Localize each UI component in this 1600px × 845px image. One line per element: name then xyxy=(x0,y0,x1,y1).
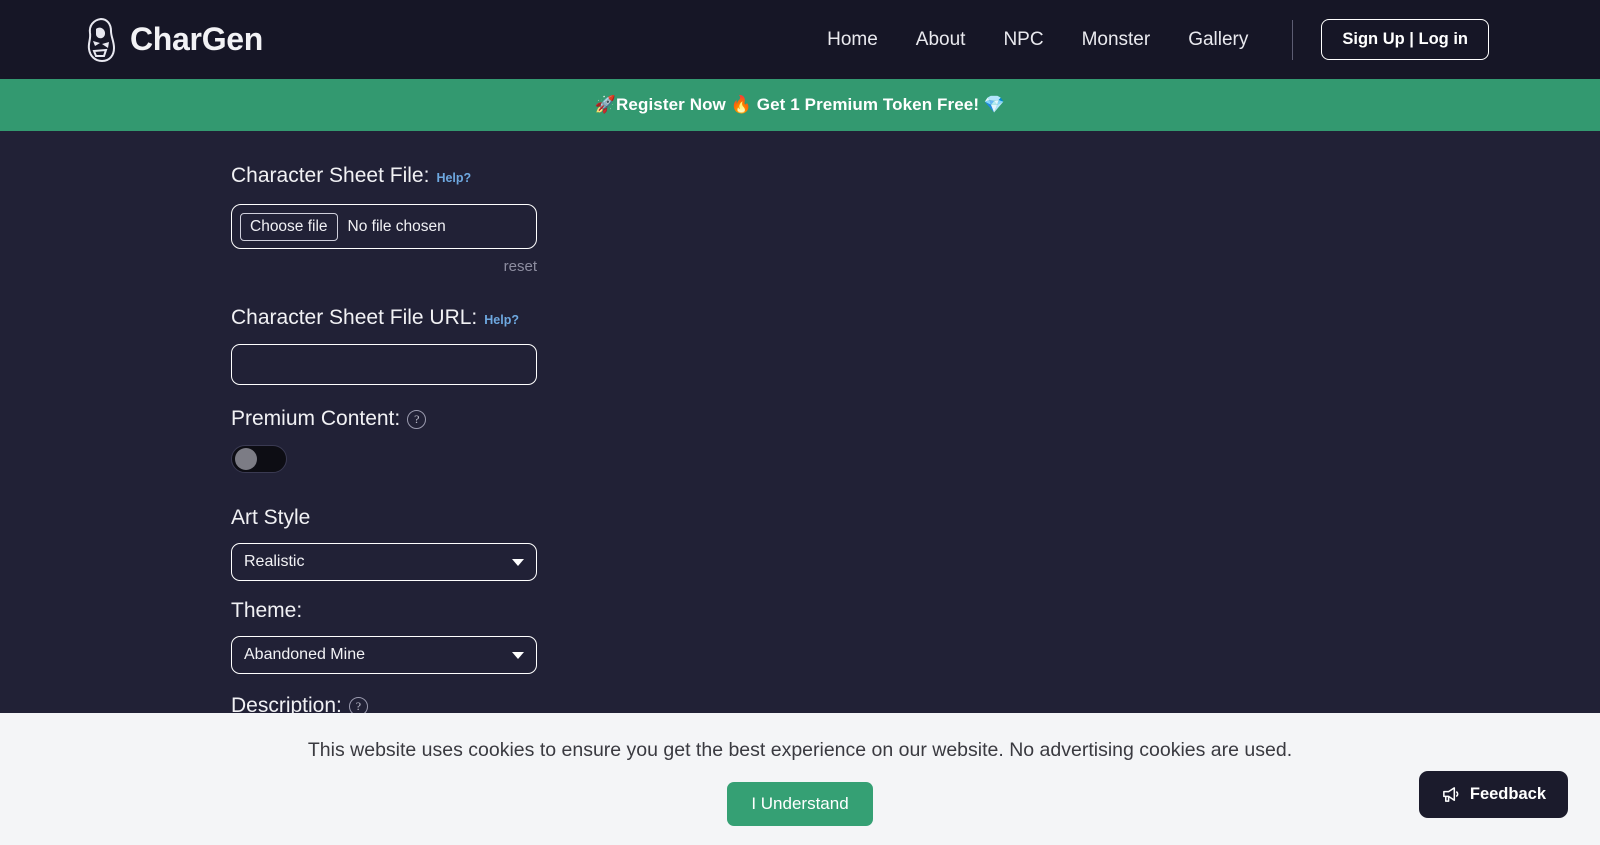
form-spacer xyxy=(231,276,1600,306)
character-sheet-url-input[interactable] xyxy=(231,344,537,385)
megaphone-icon xyxy=(1441,785,1460,804)
art-style-label-row: Art Style xyxy=(231,506,1600,530)
character-generator-form: Character Sheet File: Help? Choose file … xyxy=(0,131,1600,796)
nav-item-about[interactable]: About xyxy=(916,29,966,51)
field-art-style: Art Style Realistic xyxy=(231,506,1600,581)
header-right-group: Home About NPC Monster Gallery Sign Up |… xyxy=(827,19,1600,60)
theme-select[interactable]: Abandoned Mine xyxy=(231,636,537,674)
theme-selected-value: Abandoned Mine xyxy=(244,646,365,663)
nav-item-npc[interactable]: NPC xyxy=(1003,29,1043,51)
file-reset-row: reset xyxy=(231,258,537,276)
feedback-button-label: Feedback xyxy=(1469,785,1546,803)
premium-content-label-row: Premium Content: ? xyxy=(231,407,1600,431)
file-reset-link[interactable]: reset xyxy=(504,258,537,275)
form-spacer xyxy=(231,473,1600,506)
nav-link-about[interactable]: About xyxy=(916,29,966,50)
chevron-down-icon xyxy=(512,558,524,566)
chevron-down-icon xyxy=(512,651,524,659)
field-premium-content: Premium Content: ? xyxy=(231,407,1600,473)
theme-label-row: Theme: xyxy=(231,599,1600,623)
choose-file-button[interactable]: Choose file xyxy=(240,212,338,241)
file-chosen-status: No file chosen xyxy=(347,217,446,235)
character-sheet-file-label: Character Sheet File: xyxy=(231,164,430,187)
character-sheet-url-label: Character Sheet File URL: xyxy=(231,306,478,329)
feedback-button[interactable]: Feedback xyxy=(1418,771,1568,818)
nav-link-home[interactable]: Home xyxy=(827,29,878,50)
form-spacer xyxy=(231,674,1600,694)
character-sheet-url-help-link[interactable]: Help? xyxy=(484,313,519,327)
field-theme: Theme: Abandoned Mine xyxy=(231,599,1600,674)
nav-divider xyxy=(1292,19,1294,60)
cookie-consent-banner: This website uses cookies to ensure you … xyxy=(0,713,1600,845)
nav-link-monster[interactable]: Monster xyxy=(1082,29,1151,50)
cookie-accept-button[interactable]: I Understand xyxy=(727,782,873,826)
cookie-consent-message: This website uses cookies to ensure you … xyxy=(307,739,1293,761)
main-navigation: Home About NPC Monster Gallery xyxy=(827,29,1248,51)
character-sheet-url-label-row: Character Sheet File URL: Help? xyxy=(231,306,1600,330)
character-sheet-file-label-row: Character Sheet File: Help? xyxy=(231,164,1600,188)
toggle-knob xyxy=(235,448,257,470)
form-spacer xyxy=(231,581,1600,599)
field-character-sheet-url: Character Sheet File URL: Help? xyxy=(231,306,1600,385)
form-spacer xyxy=(231,385,1600,407)
nav-link-npc[interactable]: NPC xyxy=(1003,29,1043,50)
field-character-sheet-file: Character Sheet File: Help? Choose file … xyxy=(231,164,1600,276)
file-upload-control[interactable]: Choose file No file chosen xyxy=(231,204,537,249)
character-sheet-file-help-link[interactable]: Help? xyxy=(436,171,471,185)
nav-item-monster[interactable]: Monster xyxy=(1082,29,1151,51)
nav-item-gallery[interactable]: Gallery xyxy=(1188,29,1248,51)
nav-link-gallery[interactable]: Gallery xyxy=(1188,29,1248,50)
site-header: CharGen Home About NPC Monster Gallery S… xyxy=(0,0,1600,79)
dragon-head-logo-icon xyxy=(84,17,118,63)
promo-banner-text: 🚀Register Now 🔥 Get 1 Premium Token Free… xyxy=(594,95,1006,114)
signup-login-button[interactable]: Sign Up | Log in xyxy=(1321,19,1489,60)
art-style-selected-value: Realistic xyxy=(244,553,305,570)
art-style-select[interactable]: Realistic xyxy=(231,543,537,581)
promo-banner[interactable]: 🚀Register Now 🔥 Get 1 Premium Token Free… xyxy=(0,79,1600,131)
art-style-label: Art Style xyxy=(231,506,311,529)
premium-content-toggle[interactable] xyxy=(231,445,287,473)
question-mark-circle-icon[interactable]: ? xyxy=(407,409,427,429)
brand-logo-link[interactable]: CharGen xyxy=(84,17,263,63)
nav-item-home[interactable]: Home xyxy=(827,29,878,51)
premium-content-label: Premium Content: xyxy=(231,407,401,430)
theme-label: Theme: xyxy=(231,599,303,622)
brand-name: CharGen xyxy=(130,21,264,57)
